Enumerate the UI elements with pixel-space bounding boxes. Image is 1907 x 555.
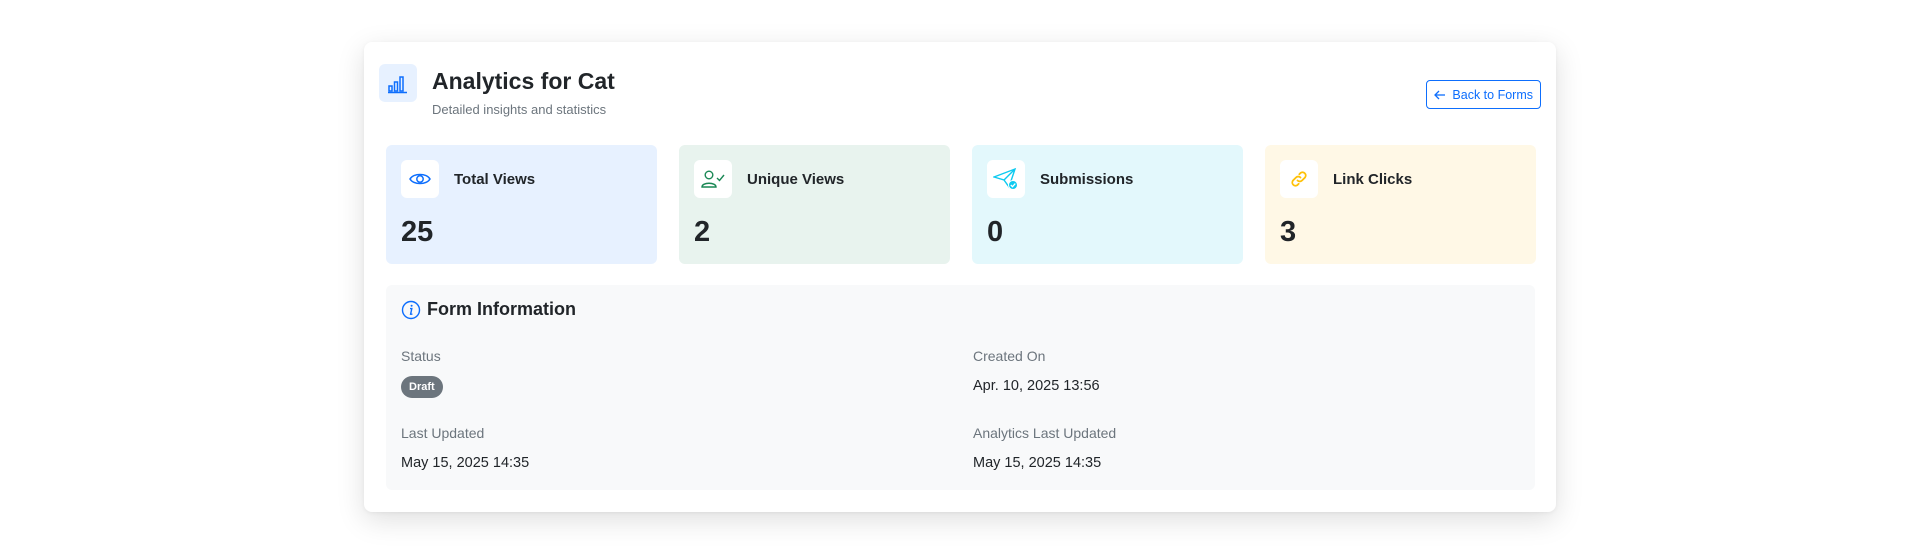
back-to-forms-label: Back to Forms (1452, 87, 1533, 102)
form-information-heading: Form Information (401, 299, 576, 320)
page-subtitle: Detailed insights and statistics (432, 102, 607, 117)
created-on-label: Created On (973, 348, 1046, 364)
stat-label: Submissions (1040, 171, 1134, 188)
stat-card-unique-views: Unique Views 2 (679, 145, 950, 264)
created-on-value: Apr. 10, 2025 13:56 (973, 378, 1100, 394)
status-label: Status (401, 348, 441, 364)
stat-value: 3 (1280, 216, 1297, 248)
send-icon (987, 160, 1025, 198)
stats-row: Total Views 25 Unique Views 2 Submission… (386, 145, 1536, 264)
arrow-left-icon (1434, 90, 1446, 99)
link-icon (1280, 160, 1318, 198)
stat-value: 0 (987, 216, 1004, 248)
page-header: Analytics for Cat Detailed insights and … (379, 54, 1541, 144)
form-information-panel: Form Information Status Draft Created On… (386, 285, 1535, 490)
stat-card-link-clicks: Link Clicks 3 (1265, 145, 1536, 264)
back-to-forms-button[interactable]: Back to Forms (1426, 80, 1541, 109)
user-check-icon (694, 160, 732, 198)
last-updated-value: May 15, 2025 14:35 (401, 455, 530, 471)
stat-label: Total Views (454, 171, 536, 188)
analytics-last-updated-label: Analytics Last Updated (973, 425, 1117, 441)
bar-chart-icon (379, 64, 417, 102)
analytics-card: Analytics for Cat Detailed insights and … (364, 42, 1556, 512)
eye-icon (401, 160, 439, 198)
stat-card-total-views: Total Views 25 (386, 145, 657, 264)
analytics-last-updated-value: May 15, 2025 14:35 (973, 455, 1102, 471)
stat-label: Link Clicks (1333, 171, 1413, 188)
status-badge: Draft (401, 376, 443, 398)
last-updated-label: Last Updated (401, 425, 485, 441)
stat-label: Unique Views (747, 171, 845, 188)
stat-value: 25 (401, 216, 434, 248)
page-title: Analytics for Cat (432, 68, 615, 94)
stat-value: 2 (694, 216, 711, 248)
form-information-title: Form Information (427, 299, 576, 319)
stat-card-submissions: Submissions 0 (972, 145, 1243, 264)
info-icon (401, 300, 421, 319)
